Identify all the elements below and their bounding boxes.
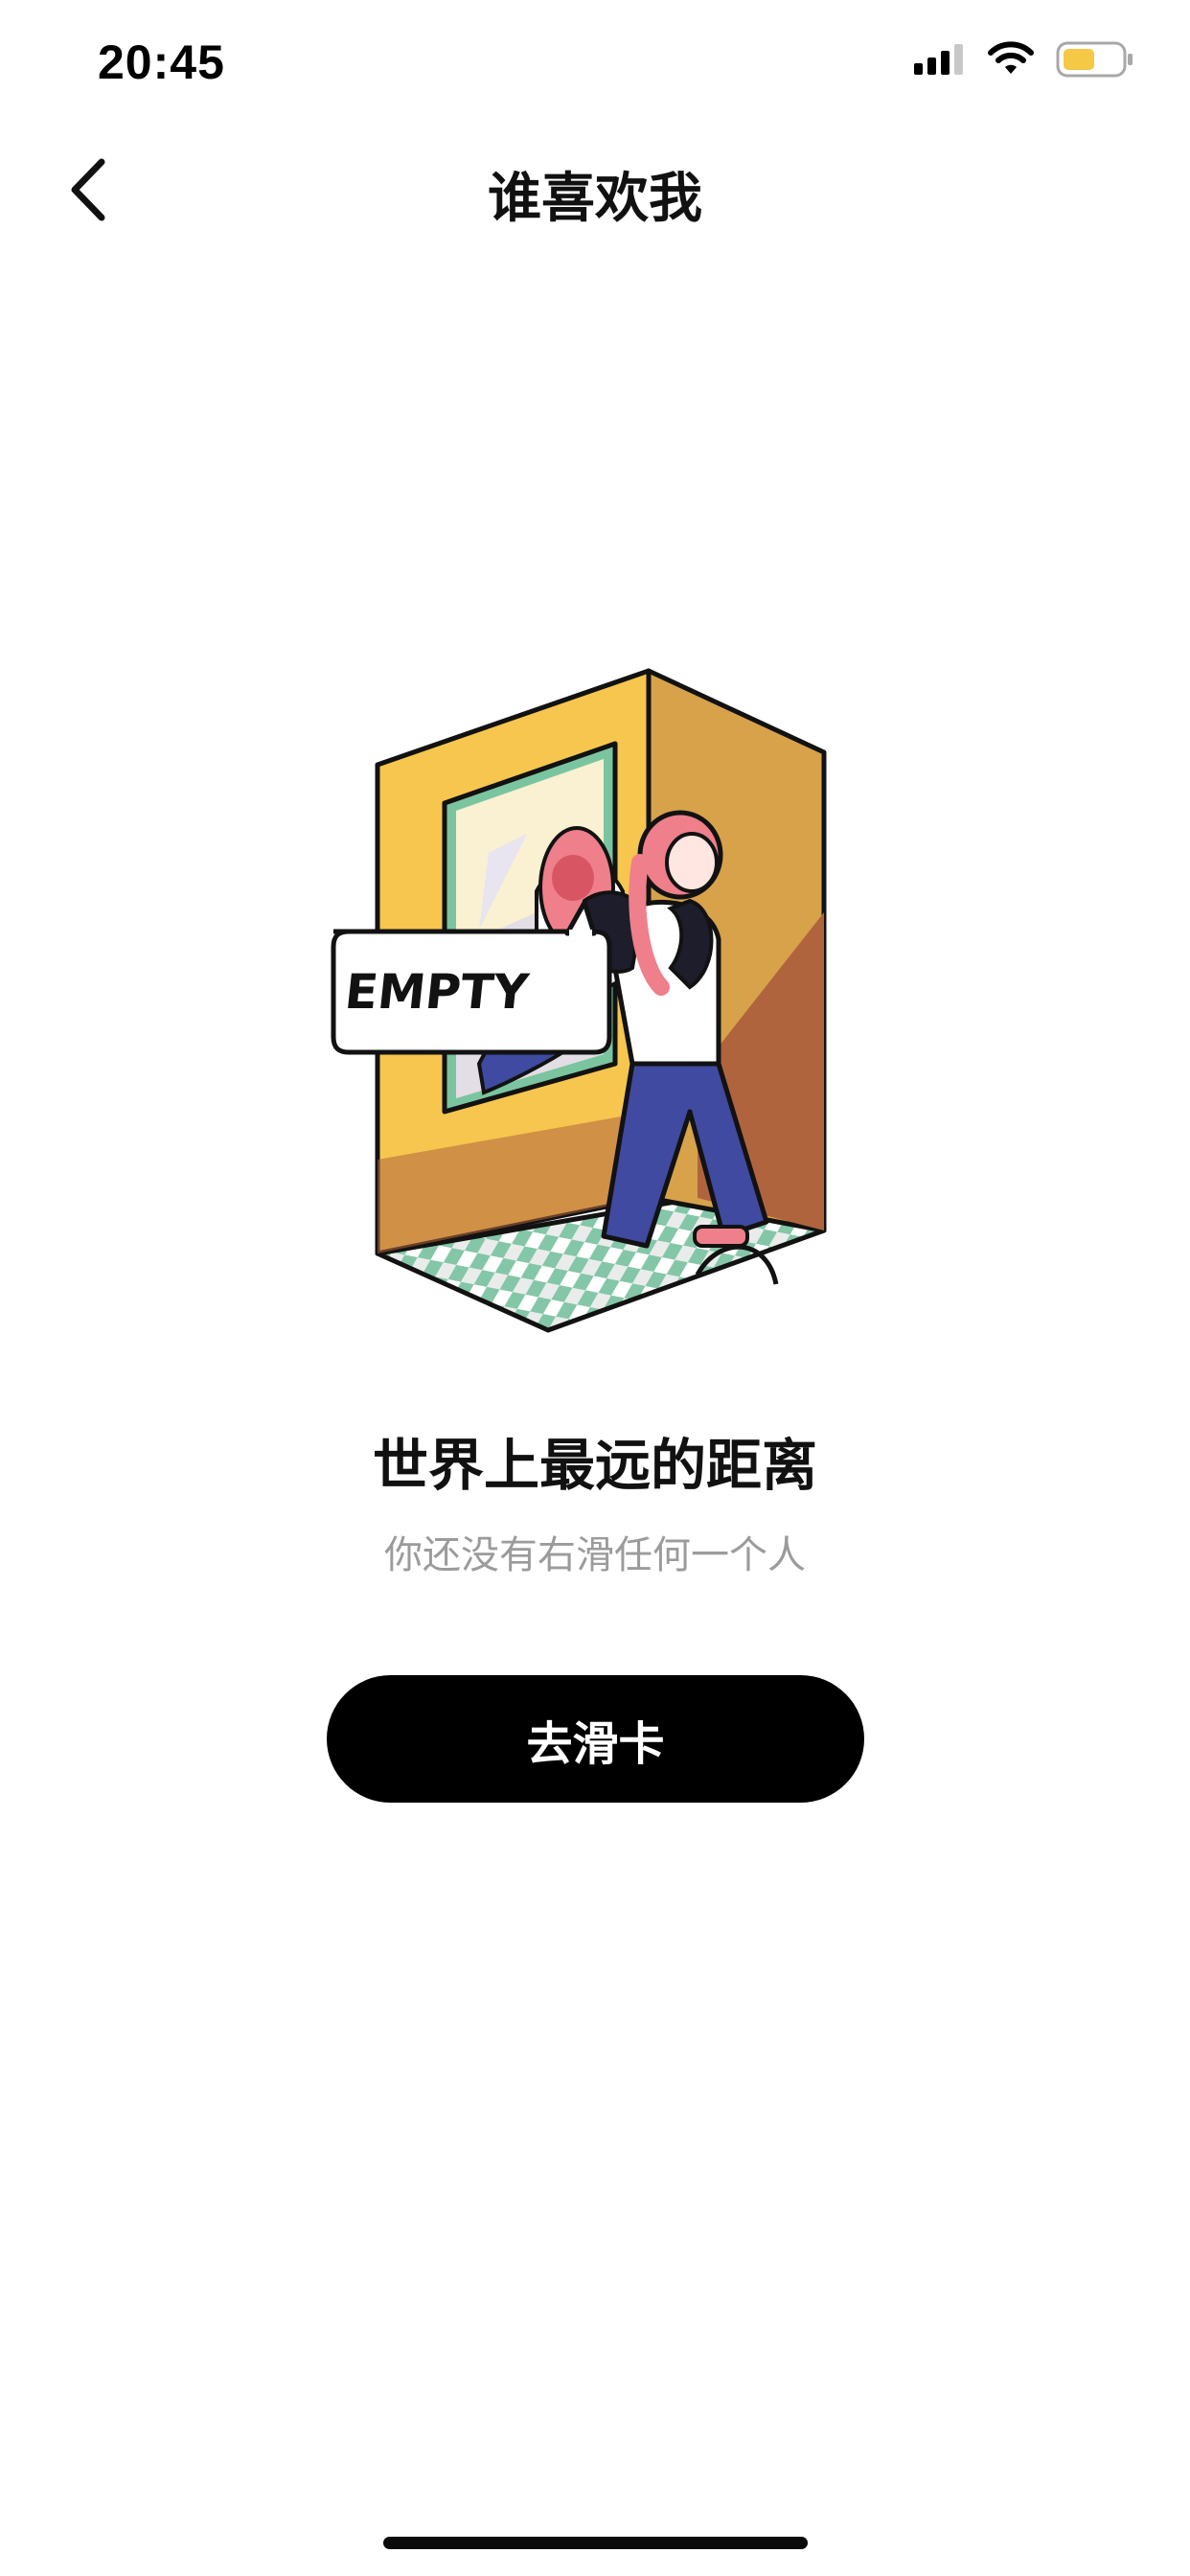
empty-state-subtitle: 你还没有右滑任何一个人	[384, 1533, 806, 1577]
nav-bar: 谁喜欢我	[0, 134, 1190, 249]
battery-icon	[1056, 40, 1134, 82]
home-indicator[interactable]	[383, 2537, 808, 2549]
wifi-icon	[987, 41, 1035, 81]
empty-badge-text: EMPTY	[342, 963, 532, 1020]
go-swipe-button[interactable]: 去滑卡	[327, 1675, 864, 1803]
status-bar: 20:45	[0, 0, 1190, 126]
cellular-signal-icon	[914, 42, 966, 80]
status-icons	[914, 40, 1134, 82]
empty-illustration: EMPTY	[316, 661, 853, 1370]
page-title: 谁喜欢我	[488, 168, 702, 230]
status-time: 20:45	[98, 35, 225, 89]
empty-state-title: 世界上最远的距离	[372, 1433, 817, 1498]
